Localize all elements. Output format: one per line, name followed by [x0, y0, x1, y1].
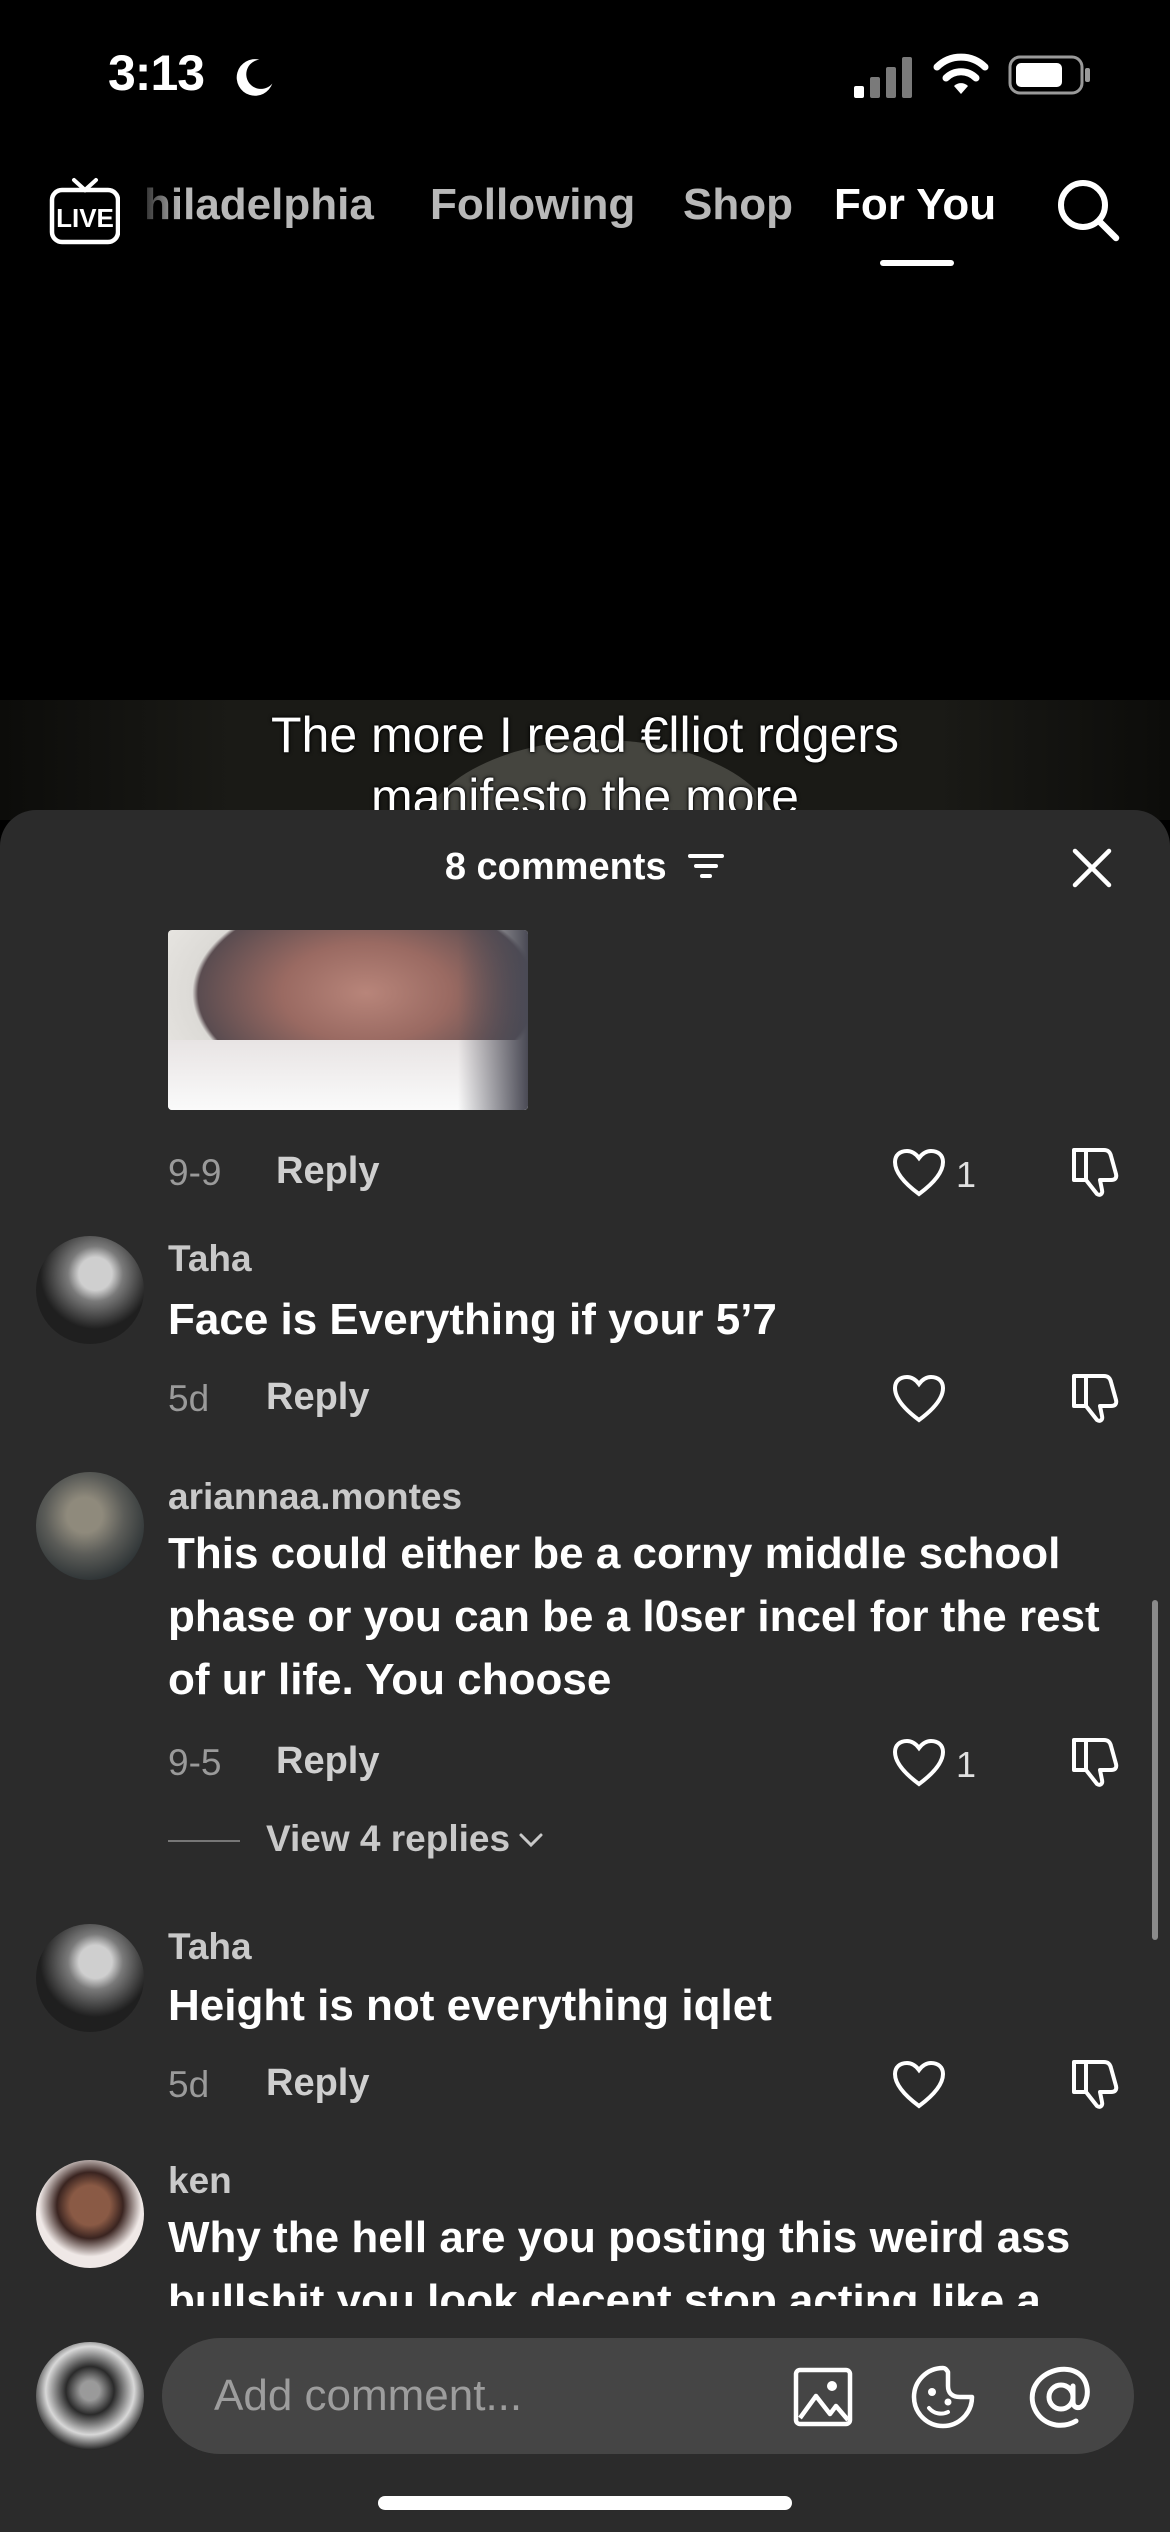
comment-date: 9-9	[168, 1152, 222, 1193]
emoji-icon[interactable]	[910, 2364, 976, 2430]
search-icon[interactable]	[1052, 174, 1124, 246]
avatar[interactable]	[36, 1236, 144, 1344]
dislike-icon[interactable]	[1070, 1144, 1124, 1198]
comment-date: 5d	[168, 2064, 210, 2105]
comment-text: Height is not everything iqlet	[168, 1981, 772, 2030]
video-caption: The more I read €lliot rdgers manifesto …	[270, 707, 900, 820]
comments-sheet: 8 comments 9-9 Reply 1 Taha Face is Ever…	[0, 810, 1170, 2532]
tab-following[interactable]: Following	[430, 180, 635, 230]
comments-count[interactable]: 8 comments	[0, 846, 1170, 889]
image-detail	[458, 930, 528, 1110]
like-count: 1	[956, 1744, 977, 1785]
avatar[interactable]	[36, 1924, 144, 2032]
divider-line	[168, 1840, 240, 1843]
battery-icon	[1008, 55, 1090, 95]
comment-input-bar	[0, 2318, 1170, 2532]
comment-text: Why the hell are you posting this weird …	[168, 2213, 1071, 2306]
comment-text: This could either be a corny middle scho…	[168, 1529, 1100, 1704]
comment-username[interactable]: Taha	[168, 1238, 252, 1280]
dislike-icon[interactable]	[1070, 2056, 1124, 2110]
tab-shop[interactable]: Shop	[683, 180, 793, 230]
heart-icon[interactable]	[892, 1374, 946, 1424]
avatar[interactable]	[36, 2160, 144, 2268]
svg-text:LIVE: LIVE	[56, 203, 114, 233]
top-nav: LIVE hiladelphia Following Shop For You	[0, 160, 1170, 280]
heart-icon[interactable]	[892, 1148, 946, 1198]
close-icon[interactable]	[1070, 846, 1114, 890]
reply-button[interactable]: Reply	[266, 1376, 369, 1419]
filter-icon[interactable]	[687, 851, 725, 881]
add-comment-input[interactable]	[162, 2338, 1134, 2454]
comments-count-label: 8 comments	[444, 846, 667, 888]
status-bar: 3:13	[0, 0, 1170, 150]
active-tab-indicator	[880, 260, 954, 266]
wifi-icon	[933, 53, 989, 94]
dislike-icon[interactable]	[1070, 1370, 1124, 1424]
live-icon[interactable]: LIVE	[48, 174, 122, 248]
comment-item: ken Why the hell are you posting this we…	[0, 2146, 1170, 2306]
mention-icon[interactable]	[1028, 2364, 1094, 2430]
nav-fade	[120, 160, 180, 270]
scrollbar[interactable]	[1152, 1600, 1158, 1940]
reply-button[interactable]: Reply	[276, 1150, 379, 1193]
home-indicator	[378, 2496, 792, 2510]
comment-username[interactable]: Taha	[168, 1926, 252, 1968]
comment-image[interactable]	[168, 930, 528, 1110]
comments-header: 8 comments	[0, 810, 1170, 920]
tab-for-you[interactable]: For You	[834, 180, 996, 230]
heart-icon[interactable]	[892, 1738, 946, 1788]
image-icon[interactable]	[792, 2366, 854, 2428]
reply-button[interactable]: Reply	[266, 2062, 369, 2105]
comment-username[interactable]: ariannaa.montes	[168, 1476, 462, 1518]
comment-date: 9-5	[168, 1742, 222, 1783]
view-replies-button[interactable]: View 4 replies	[168, 1818, 544, 1860]
status-time: 3:13	[108, 45, 205, 101]
comment-date: 5d	[168, 1378, 210, 1419]
heart-icon[interactable]	[892, 2060, 946, 2110]
my-avatar	[36, 2342, 144, 2450]
dislike-icon[interactable]	[1070, 1734, 1124, 1788]
reply-button[interactable]: Reply	[276, 1740, 379, 1783]
view-replies-label: View 4 replies	[266, 1818, 511, 1859]
avatar[interactable]	[36, 1472, 144, 1580]
moon-icon	[236, 59, 273, 96]
signal-icon	[854, 57, 912, 98]
comment-username[interactable]: ken	[168, 2160, 232, 2202]
chevron-down-icon	[519, 1833, 543, 1848]
like-count: 1	[956, 1154, 977, 1195]
comment-text: Face is Everything if your 5’7	[168, 1295, 777, 1344]
